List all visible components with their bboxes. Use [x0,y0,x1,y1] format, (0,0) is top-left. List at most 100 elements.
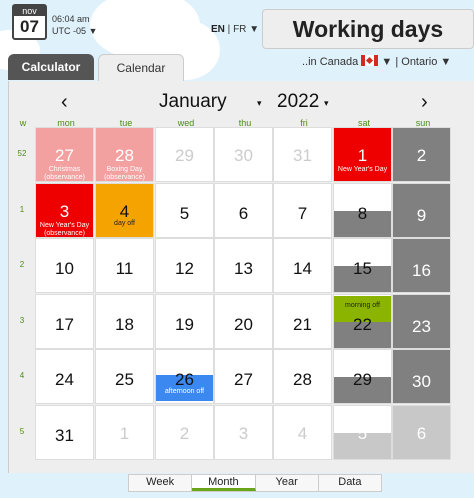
month-caret-icon[interactable]: ▾ [257,98,262,109]
calendar-day-cell[interactable]: 30 [214,127,273,182]
language-fr[interactable]: FR [233,24,246,35]
calendar-day-cell[interactable]: 30 [392,349,451,404]
calendar-day-cell[interactable]: 21 [273,294,332,349]
calendar-day-cell[interactable]: 11 [95,238,154,293]
calendar-day-cell[interactable]: 7 [273,183,332,238]
calendar-day-cell[interactable]: 4 [273,405,332,460]
day-number: 24 [55,370,74,389]
day-number: 11 [115,259,134,278]
calendar-day-cell[interactable]: 1 New Year's Day [333,127,392,182]
day-number: 9 [416,206,427,225]
calendar-day-cell[interactable]: 16 [392,238,451,293]
calendar-day-cell[interactable]: 6 [214,183,273,238]
day-event-label: day off [114,220,135,227]
day-event-label: afternoon off [164,388,205,395]
day-number: 27 [55,146,74,165]
calendar-day-cell[interactable]: 28 [273,349,332,404]
prev-month-icon[interactable]: ‹ [61,91,68,114]
language-switcher[interactable]: EN | FR ▼ [211,24,259,35]
view-tab-week[interactable]: Week [129,475,193,491]
day-number: 2 [416,146,427,165]
calendar-day-cell[interactable]: 25 [95,349,154,404]
calendar-day-cell[interactable]: 26 afternoon off [155,349,214,404]
calendar-day-cell[interactable]: 17 [35,294,94,349]
calendar-day-cell[interactable]: 19 [155,294,214,349]
calendar-nav: ‹ January ▾ 2022 ▾ › [9,89,474,115]
calendar-day-cell[interactable]: 5 [333,405,392,460]
calendar-day-cell[interactable]: 4 day off [95,183,154,238]
country-caret-icon[interactable]: ▼ [381,56,392,68]
calendar-day-cell[interactable]: 8 [333,183,392,238]
country-selector[interactable]: ..in Canada ▼ | Ontario ▼ [302,55,451,68]
year-caret-icon[interactable]: ▾ [324,98,329,109]
week-number: 5 [19,427,25,436]
day-event-label: Christmas (observance) [44,166,85,181]
language-caret-icon[interactable]: ▼ [249,24,259,35]
day-number: 5 [179,204,190,223]
calendar-day-cell[interactable]: 14 [273,238,332,293]
calendar-day-cell[interactable]: 27 [214,349,273,404]
calendar-day-cell[interactable]: 2 [392,127,451,182]
week-number: 3 [19,316,25,325]
calendar-day-cell[interactable]: 5 [155,183,214,238]
tab-calendar[interactable]: Calendar [98,54,184,82]
day-number: 16 [412,261,431,280]
day-number: 20 [234,315,253,334]
calendar-day-cell[interactable]: 29 [333,349,392,404]
day-number: 25 [115,370,134,389]
country-label[interactable]: ..in Canada [302,56,358,68]
weekday-header: w [19,118,27,128]
day-number: 10 [55,259,74,278]
region-selector[interactable]: | Ontario ▼ [395,56,451,68]
day-event-label: Boxing Day (observance) [104,166,145,181]
day-number: 22 [353,315,372,334]
day-number: 4 [119,202,130,221]
calendar-day-cell[interactable]: 13 [214,238,273,293]
day-number: 13 [234,259,253,278]
day-number: 2 [179,424,190,443]
calendar-day-cell[interactable]: 12 [155,238,214,293]
calendar-day-cell[interactable]: 22 morning off [333,294,392,349]
date-badge-day: 07 [20,17,39,36]
calendar-day-cell[interactable]: 15 [333,238,392,293]
day-number: 3 [238,424,249,443]
view-tab-year[interactable]: Year [256,475,319,491]
month-select[interactable]: January [159,91,227,113]
calendar-day-cell[interactable]: 2 [155,405,214,460]
day-number: 26 [175,370,194,389]
view-tabs: Week Month Year Data [128,474,382,492]
day-event-label: New Year's Day [337,166,388,173]
calendar-day-cell[interactable]: 20 [214,294,273,349]
tab-calculator[interactable]: Calculator [8,54,94,80]
calendar-day-cell[interactable]: 1 [95,405,154,460]
calendar-day-cell[interactable]: 10 [35,238,94,293]
calendar-day-cell[interactable]: 3 New Year's Day (observance) [35,183,94,238]
day-number: 30 [234,146,253,165]
next-month-icon[interactable]: › [421,91,428,114]
day-number: 28 [293,370,312,389]
calendar-day-cell[interactable]: 31 [35,405,94,460]
calendar-day-cell[interactable]: 23 [392,294,451,349]
calendar-day-cell[interactable]: 28 Boxing Day (observance) [95,127,154,182]
timezone-selector[interactable]: UTC -05 ▼ [52,25,97,37]
day-number: 27 [234,370,253,389]
language-en[interactable]: EN [211,24,225,35]
day-number: 19 [175,315,194,334]
day-number: 6 [416,424,427,443]
day-number: 4 [297,424,308,443]
calendar-day-cell[interactable]: 18 [95,294,154,349]
week-number: 2 [19,260,25,269]
calendar-day-cell[interactable]: 27 Christmas (observance) [35,127,94,182]
calendar-day-cell[interactable]: 31 [273,127,332,182]
day-number: 31 [55,426,74,445]
calendar-day-cell[interactable]: 24 [35,349,94,404]
view-tab-data[interactable]: Data [319,475,381,491]
calendar-day-cell[interactable]: 3 [214,405,273,460]
calendar-day-cell[interactable]: 6 [392,405,451,460]
view-tab-month[interactable]: Month [192,475,256,491]
day-number: 5 [357,424,368,443]
calendar-day-cell[interactable]: 9 [392,183,451,238]
calendar-day-cell[interactable]: 29 [155,127,214,182]
day-number: 17 [55,315,74,334]
year-select[interactable]: 2022 [277,91,319,113]
